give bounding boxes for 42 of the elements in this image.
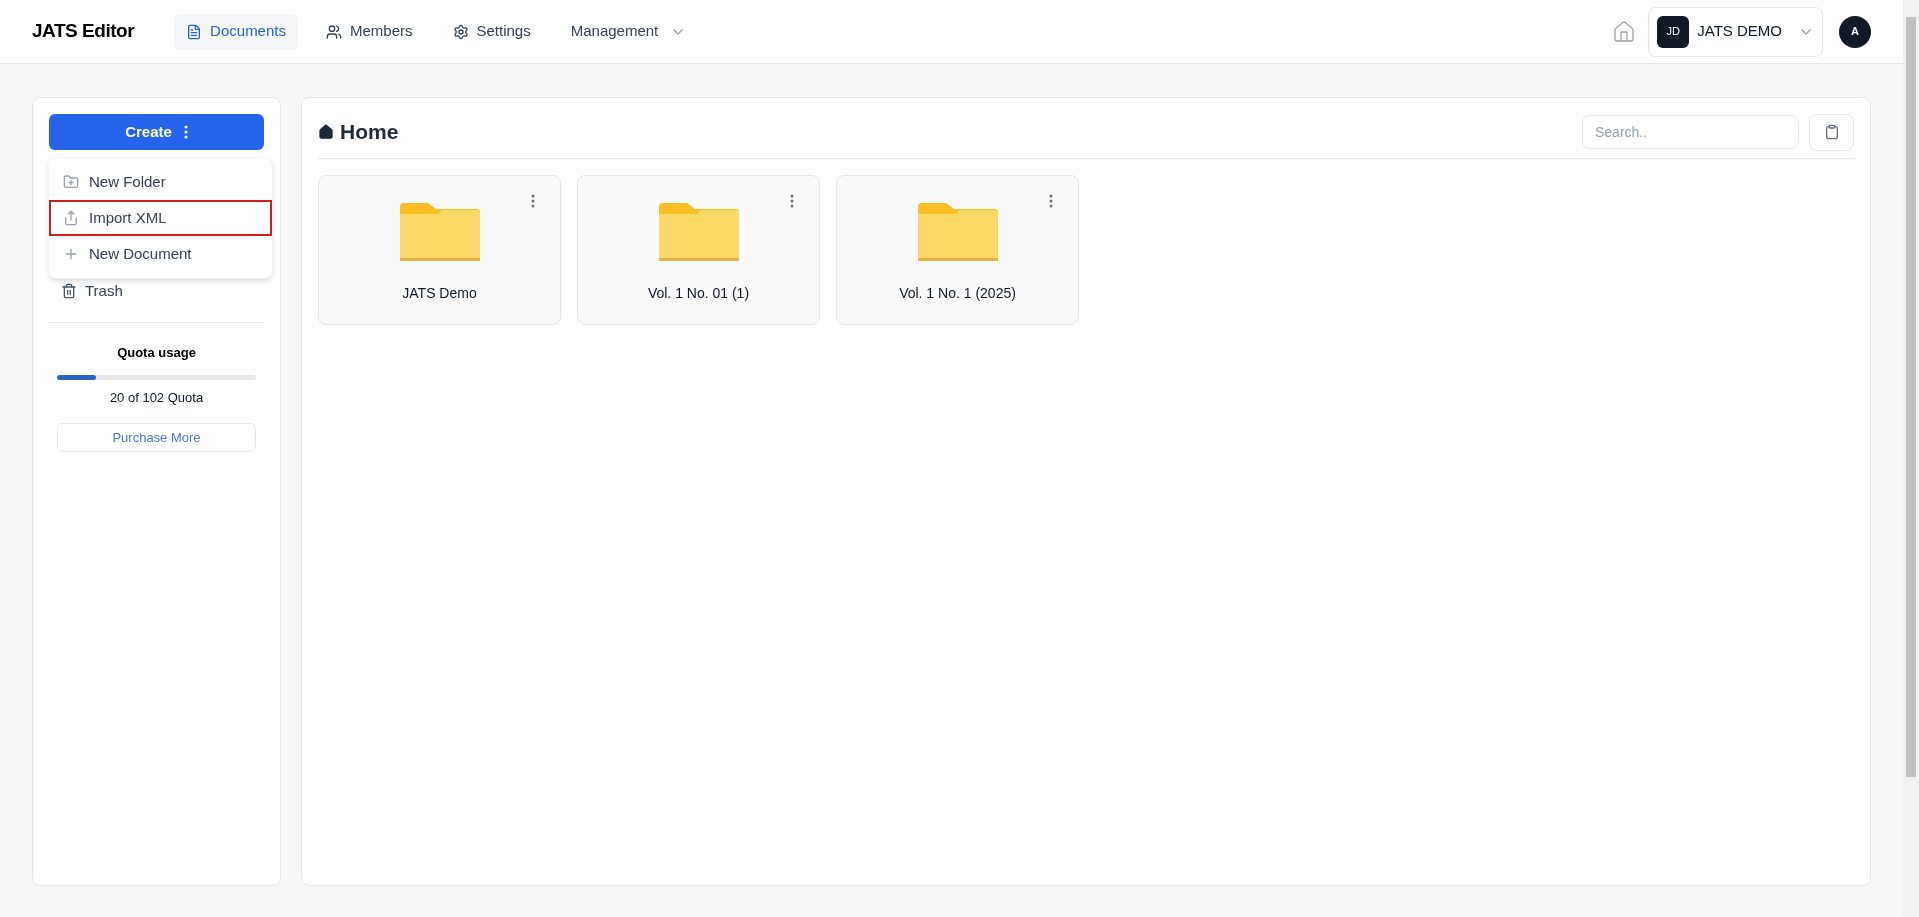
folder-name: JATS Demo [402,284,477,303]
more-icon[interactable] [1049,194,1053,208]
more-icon[interactable] [790,194,794,208]
plus-icon [63,246,79,262]
user-avatar[interactable]: A [1839,15,1871,48]
quota-title: Quota usage [116,344,197,362]
folder-card[interactable]: JATS Demo [318,175,561,325]
nav-tab[interactable]: Settings [440,13,543,50]
folder-icon [658,203,739,261]
trash-icon [61,283,77,299]
document-icon [186,23,203,40]
folder-plus-icon [63,174,79,190]
more-icon[interactable] [531,194,535,208]
folder-name: Vol. 1 No. 1 (2025) [899,284,1016,303]
folder-card[interactable]: Vol. 1 No. 01 (1) [577,175,820,325]
quota-reading: 20 of 102 Quota [108,388,205,407]
nav-tab[interactable]: Documents [174,13,298,50]
folder-icon [399,203,480,261]
folder-card[interactable]: Vol. 1 No. 1 (2025) [836,175,1079,325]
people-icon [326,23,342,40]
search-field[interactable]: Search.. [1582,115,1799,149]
folder-name: Vol. 1 No. 01 (1) [647,284,750,303]
app-title: JATS Editor [32,19,135,44]
home-icon [318,124,334,140]
workspace-avatar: JD [1657,15,1690,48]
menu-item[interactable]: Import XML [49,200,272,236]
menu-item[interactable]: New Document [49,236,272,272]
clipboard-icon [1823,124,1840,140]
create-button[interactable]: Create [49,114,264,150]
home-icon[interactable] [1612,19,1637,44]
page-title: Home [340,119,399,146]
folder-icon [917,203,998,261]
sidebar-item[interactable]: Trash [49,276,264,306]
nav-tab[interactable]: Members [314,13,425,50]
clipboard-button[interactable] [1809,113,1854,151]
workspace-selector[interactable]: JD JATS DEMO [1648,6,1823,57]
more-icon [183,125,188,139]
upload-icon [63,210,79,226]
menu-item[interactable]: New Folder [49,164,272,200]
purchase-more-button[interactable]: Purchase More [57,423,256,452]
settings-icon [452,23,469,40]
nav-tab[interactable]: Management [558,13,699,50]
